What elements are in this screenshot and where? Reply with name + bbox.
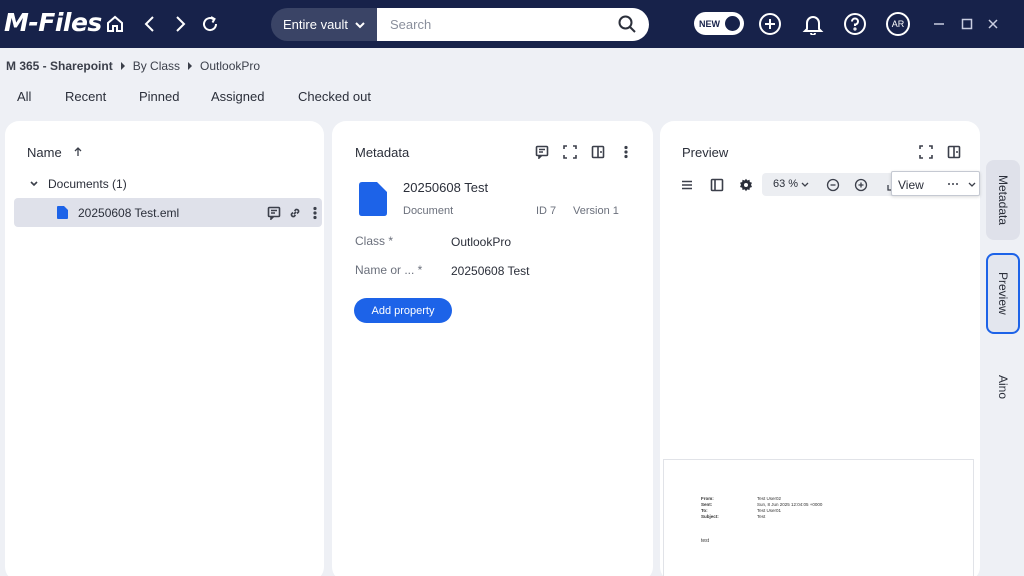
rail-tab-metadata-label: Metadata xyxy=(996,174,1010,226)
document-icon xyxy=(57,206,68,219)
email-body: test xyxy=(701,538,710,544)
property-value-class[interactable]: OutlookPro xyxy=(451,235,511,249)
m-files-logo[interactable]: M-Files xyxy=(4,8,102,37)
object-title: 20250608 Test xyxy=(403,180,489,195)
comment-icon[interactable] xyxy=(266,205,282,221)
property-label-class: Class * xyxy=(355,234,394,248)
menu-icon[interactable] xyxy=(679,177,695,193)
maximize-icon[interactable] xyxy=(957,14,977,34)
property-value-name[interactable]: 20250608 Test xyxy=(451,264,530,278)
metadata-panel-title: Metadata xyxy=(355,145,410,160)
add-property-button[interactable]: Add property xyxy=(354,298,452,323)
refresh-icon[interactable] xyxy=(198,12,222,36)
more-horizontal-icon[interactable] xyxy=(947,182,959,186)
help-icon[interactable] xyxy=(843,12,867,36)
more-options-icon[interactable] xyxy=(307,205,323,221)
preview-panel: Preview 63 % View From: Test User02 Sent… xyxy=(660,121,980,576)
view-mode-dropdown[interactable]: View xyxy=(891,171,980,196)
breadcrumb: M 365 - Sharepoint By Class OutlookPro xyxy=(6,58,260,74)
toggle-knob xyxy=(725,16,740,31)
chevron-down-icon xyxy=(355,22,365,29)
zoom-out-icon[interactable] xyxy=(826,178,840,192)
chevron-down-icon[interactable] xyxy=(967,180,977,190)
tab-recent[interactable]: Recent xyxy=(65,89,106,104)
home-icon[interactable] xyxy=(103,12,127,36)
group-label: Documents (1) xyxy=(48,177,127,191)
new-ui-toggle[interactable]: NEW xyxy=(694,12,744,35)
chevron-down-icon xyxy=(30,181,38,187)
property-label-name: Name or ... * xyxy=(355,263,423,277)
link-icon[interactable] xyxy=(287,205,303,221)
view-mode-label: View xyxy=(898,178,924,192)
zoom-in-icon[interactable] xyxy=(854,178,868,192)
breadcrumb-separator-icon xyxy=(188,62,193,70)
rail-tab-preview-label: Preview xyxy=(996,272,1010,315)
breadcrumb-view[interactable]: By Class xyxy=(133,59,180,73)
object-version[interactable]: Version 1 xyxy=(573,205,619,217)
name-column-header[interactable]: Name xyxy=(27,145,83,160)
user-avatar[interactable]: AR xyxy=(886,12,910,36)
tab-pinned[interactable]: Pinned xyxy=(139,89,179,104)
split-pane-icon[interactable] xyxy=(590,144,606,160)
preview-page: From: Test User02 Sent: Sun, 8 Jun 2025 … xyxy=(663,459,974,576)
tab-checked-out[interactable]: Checked out xyxy=(298,89,371,104)
more-options-icon[interactable] xyxy=(618,144,634,160)
search-input[interactable]: Search xyxy=(377,8,649,41)
search-placeholder: Search xyxy=(390,17,432,32)
rail-tab-aino[interactable]: Aino xyxy=(986,352,1020,422)
new-ui-label: NEW xyxy=(699,18,720,29)
comments-icon[interactable] xyxy=(534,144,550,160)
search-icon[interactable] xyxy=(617,14,637,34)
breadcrumb-vault[interactable]: M 365 - Sharepoint xyxy=(6,59,113,73)
document-icon xyxy=(359,182,387,216)
forward-icon[interactable] xyxy=(168,12,192,36)
split-pane-icon[interactable] xyxy=(946,144,962,160)
expand-icon[interactable] xyxy=(562,144,578,160)
rail-tab-metadata[interactable]: Metadata xyxy=(986,160,1020,240)
sort-ascending-icon xyxy=(74,147,82,156)
close-icon[interactable] xyxy=(983,14,1003,34)
zoom-level[interactable]: 63 % xyxy=(773,178,798,190)
listing-panel: Name Documents (1) 20250608 Test.eml xyxy=(5,121,324,576)
group-header-documents[interactable]: Documents (1) xyxy=(29,177,127,191)
tab-all[interactable]: All xyxy=(17,89,31,104)
minimize-icon[interactable] xyxy=(929,14,949,34)
breadcrumb-separator-icon xyxy=(120,62,125,70)
object-type: Document xyxy=(403,205,454,217)
metadata-panel: Metadata 20250608 Test Document ID 7 Ver… xyxy=(332,121,653,576)
sidebar-toggle-icon[interactable] xyxy=(709,177,725,193)
list-item-name: 20250608 Test.eml xyxy=(78,206,180,220)
list-item[interactable]: 20250608 Test.eml xyxy=(14,198,322,227)
gear-icon[interactable] xyxy=(738,177,754,193)
rail-tab-aino-label: Aino xyxy=(996,374,1010,400)
preview-panel-title: Preview xyxy=(682,145,729,160)
rail-tab-preview[interactable]: Preview xyxy=(986,253,1020,334)
add-icon[interactable] xyxy=(758,12,782,36)
search-scope-label: Entire vault xyxy=(283,17,349,32)
notification-bell-icon[interactable] xyxy=(801,12,825,36)
object-id: ID 7 xyxy=(536,205,557,217)
search-scope-dropdown[interactable]: Entire vault xyxy=(271,8,378,41)
expand-icon[interactable] xyxy=(918,144,934,160)
breadcrumb-class[interactable]: OutlookPro xyxy=(200,59,260,73)
name-column-label: Name xyxy=(27,145,62,160)
email-subject-label: Subject: xyxy=(701,514,719,519)
chevron-down-icon[interactable] xyxy=(800,180,810,190)
tab-assigned[interactable]: Assigned xyxy=(211,89,264,104)
top-bar: M-Files Entire vault Search NEW AR xyxy=(0,0,1024,48)
email-subject-value: Test xyxy=(757,514,766,519)
back-icon[interactable] xyxy=(138,12,162,36)
